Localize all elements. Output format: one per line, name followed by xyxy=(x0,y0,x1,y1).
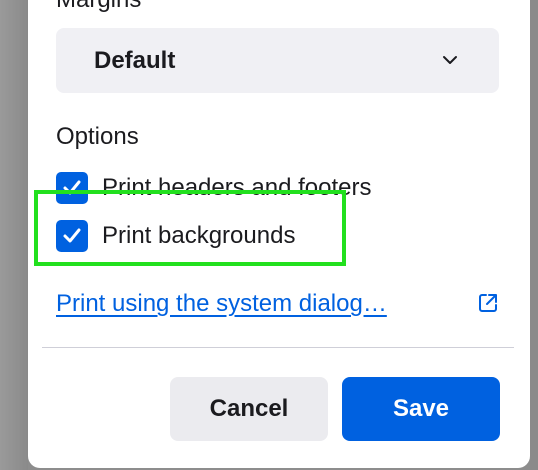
save-button[interactable]: Save xyxy=(342,377,500,441)
chevron-down-icon xyxy=(443,56,457,64)
dialog-backdrop xyxy=(0,0,28,470)
options-heading: Options xyxy=(56,123,139,150)
footer-divider xyxy=(42,347,514,348)
dialog-backdrop-right xyxy=(530,0,538,470)
open-external-icon[interactable] xyxy=(477,292,499,314)
margins-select-value: Default xyxy=(94,46,176,74)
print-settings-panel: Margins Default Options Print headers an… xyxy=(28,0,530,468)
highlight-box xyxy=(34,190,346,266)
cancel-button[interactable]: Cancel xyxy=(170,377,328,441)
margins-select[interactable]: Default xyxy=(56,28,499,93)
margins-heading: Margins xyxy=(56,0,141,14)
system-dialog-link[interactable]: Print using the system dialog… xyxy=(56,290,387,318)
